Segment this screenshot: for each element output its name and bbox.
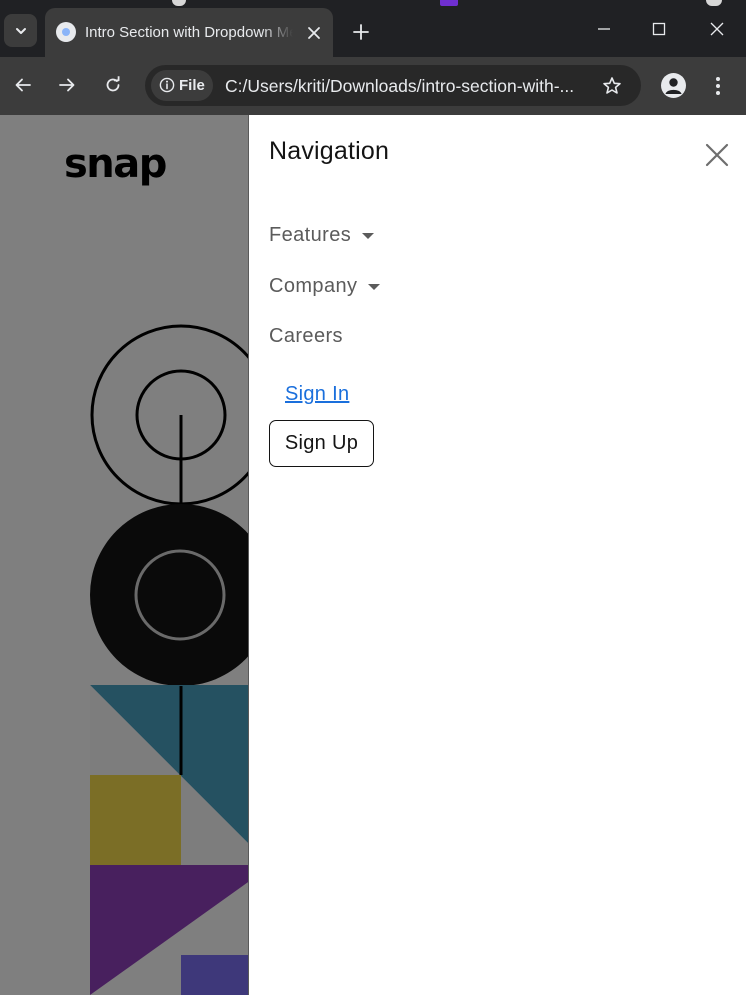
globe-icon	[56, 22, 76, 42]
arrow-right-icon	[59, 78, 75, 92]
back-button[interactable]	[8, 70, 38, 100]
reload-button[interactable]	[98, 70, 128, 100]
caret-down-icon	[368, 283, 381, 290]
kebab-menu-icon	[716, 77, 720, 95]
site-info-label: File	[179, 77, 205, 94]
modal-overlay[interactable]	[0, 115, 248, 995]
address-bar[interactable]: File C:/Users/kriti/Downloads/intro-sect…	[145, 65, 641, 106]
bookmark-button[interactable]	[599, 73, 625, 99]
caret-down-icon	[362, 232, 375, 239]
star-icon	[603, 77, 621, 94]
person-icon	[665, 78, 682, 94]
nav-item-label: Careers	[269, 324, 343, 347]
sign-up-button[interactable]: Sign Up	[269, 420, 374, 467]
browser-menu-button[interactable]	[707, 71, 729, 101]
browser-tab[interactable]: Intro Section with Dropdown Menu	[45, 8, 333, 57]
tab-edge-fragment	[706, 0, 722, 6]
reload-icon	[106, 76, 120, 92]
nav-item-label: Features	[269, 223, 352, 246]
maximize-button[interactable]	[644, 14, 674, 44]
tab-edge-fragment	[440, 0, 458, 6]
arrow-left-icon	[15, 78, 31, 92]
tab-edge-fragment	[172, 0, 186, 6]
nav-item-company[interactable]: Company	[269, 272, 381, 300]
new-tab-button[interactable]	[346, 17, 376, 47]
close-icon[interactable]	[704, 142, 730, 168]
browser-toolbar: File C:/Users/kriti/Downloads/intro-sect…	[0, 57, 746, 115]
tab-search-button[interactable]	[4, 14, 37, 47]
forward-button[interactable]	[52, 70, 82, 100]
site-info-chip[interactable]: File	[151, 70, 213, 101]
maximize-icon	[652, 22, 666, 36]
tab-strip: Intro Section with Dropdown Menu	[0, 0, 746, 57]
window-close-button[interactable]	[702, 14, 732, 44]
plus-icon	[353, 24, 369, 40]
nav-item-label: Company	[269, 274, 358, 297]
nav-item-careers[interactable]: Careers	[269, 322, 343, 350]
chevron-down-icon	[15, 27, 26, 34]
minimize-button[interactable]	[589, 14, 619, 44]
sign-in-link[interactable]: Sign In	[285, 380, 349, 408]
tab-title: Intro Section with Dropdown Menu	[85, 24, 293, 41]
navigation-drawer: Navigation Features Company Careers Sign…	[248, 115, 746, 995]
minimize-icon	[598, 28, 610, 30]
nav-item-features[interactable]: Features	[269, 221, 375, 249]
info-icon	[159, 77, 175, 93]
close-icon	[308, 27, 320, 39]
url-text[interactable]: C:/Users/kriti/Downloads/intro-section-w…	[225, 76, 595, 96]
profile-button[interactable]	[661, 73, 686, 98]
tab-close-button[interactable]	[303, 22, 325, 44]
drawer-title: Navigation	[269, 137, 390, 165]
web-page: snap Navigation Features Company Careers…	[0, 115, 746, 995]
close-icon	[710, 22, 724, 36]
